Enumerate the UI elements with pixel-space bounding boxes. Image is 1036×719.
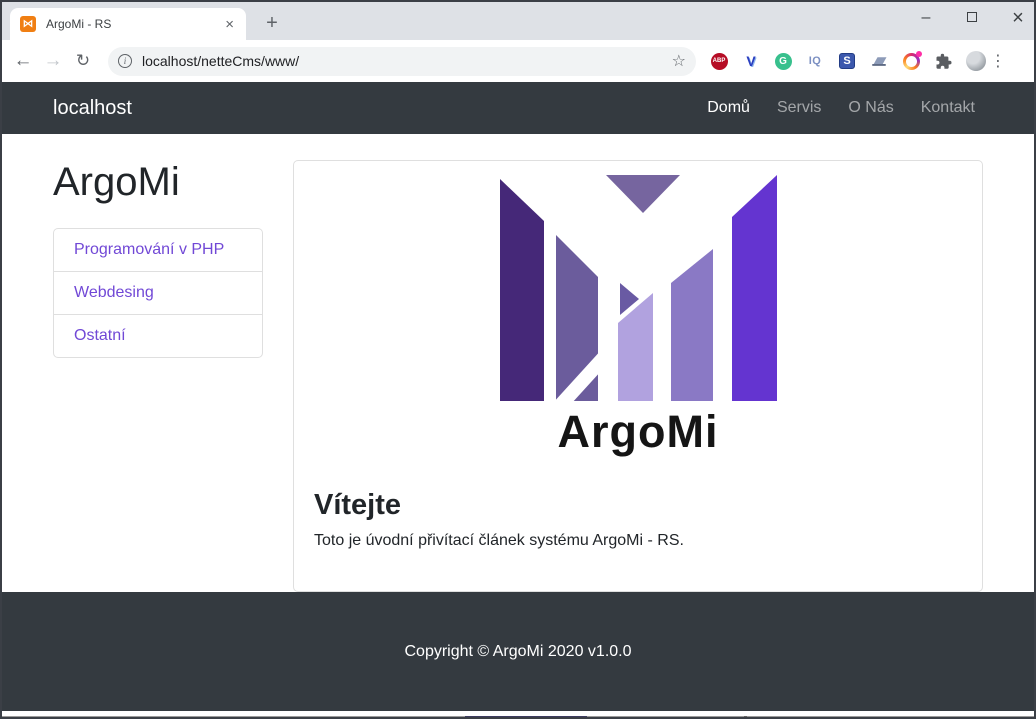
site-footer: Copyright © ArgoMi 2020 v1.0.0	[0, 592, 1036, 711]
new-tab-button[interactable]: +	[258, 10, 286, 38]
camera-ring-extension-icon[interactable]	[902, 50, 922, 70]
article-card: ArgoMi Vítejte Toto je úvodní přivítací …	[293, 160, 983, 592]
browser-tab-strip: ⋈ ArgoMi - RS × + – ×	[0, 0, 1036, 40]
laptop-icon	[872, 57, 887, 66]
iq-extension-icon[interactable]: IQ	[809, 55, 822, 67]
navbar-links: Domů Servis O Nás Kontakt	[707, 99, 975, 117]
sidebar-item-ostatni[interactable]: Ostatní	[53, 314, 263, 358]
copyright-text: Copyright © ArgoMi 2020 v1.0.0	[404, 642, 632, 660]
sidebar-item-programovani-v-php[interactable]: Programování v PHP	[53, 228, 263, 272]
navbar-brand[interactable]: localhost	[53, 97, 132, 120]
back-button[interactable]: ←	[8, 50, 38, 72]
argomi-logo: ArgoMi	[498, 171, 778, 455]
browser-toolbar: ← → ↻ i localhost/netteCms/www/ ☆ ABP V …	[0, 40, 1036, 82]
xampp-favicon-icon: ⋈	[20, 16, 36, 32]
tab-title: ArgoMi - RS	[46, 17, 112, 31]
article-heading: Vítejte	[314, 489, 402, 522]
taskbar-sliver	[0, 711, 1036, 719]
page-info-icon[interactable]: i	[118, 54, 132, 68]
profile-avatar[interactable]	[966, 51, 986, 71]
grammarly-extension-icon[interactable]: G	[774, 52, 792, 70]
url-text[interactable]: localhost/netteCms/www/	[142, 53, 672, 69]
sidebar: ArgoMi Programování v PHP Webdesing Osta…	[53, 160, 263, 592]
bookmark-star-icon[interactable]: ☆	[672, 51, 686, 71]
nav-link-kontakt[interactable]: Kontakt	[921, 99, 975, 117]
tab-close-icon[interactable]: ×	[223, 16, 236, 33]
s-extension-icon[interactable]: S	[839, 53, 855, 69]
window-maximize-button[interactable]	[964, 9, 980, 27]
window-minimize-button[interactable]: –	[918, 9, 934, 27]
window-close-button[interactable]: ×	[1010, 7, 1026, 30]
article-text: Toto je úvodní přivítací článek systému …	[314, 532, 684, 550]
argomi-logo-icon	[500, 175, 777, 415]
logo-caption: ArgoMi	[557, 406, 719, 457]
forward-button[interactable]: →	[38, 50, 68, 72]
reload-button[interactable]: ↻	[68, 51, 98, 71]
adblock-extension-icon[interactable]: ABP	[710, 52, 728, 70]
sidebar-title: ArgoMi	[53, 160, 180, 204]
nav-link-servis[interactable]: Servis	[777, 99, 821, 117]
extensions-puzzle-icon[interactable]	[934, 52, 952, 70]
site-navbar: localhost Domů Servis O Nás Kontakt	[0, 82, 1036, 134]
reader-extension-icon[interactable]	[870, 52, 888, 70]
sidebar-item-webdesing[interactable]: Webdesing	[53, 271, 263, 315]
address-bar[interactable]: i localhost/netteCms/www/ ☆	[108, 46, 696, 76]
v-extension-icon[interactable]: V	[746, 53, 755, 69]
main-content: ArgoMi Programování v PHP Webdesing Osta…	[0, 134, 1036, 592]
nav-link-o-nas[interactable]: O Nás	[848, 99, 893, 117]
browser-tab[interactable]: ⋈ ArgoMi - RS ×	[10, 8, 246, 40]
category-list: Programování v PHP Webdesing Ostatní	[53, 228, 263, 358]
puzzle-icon	[935, 53, 952, 69]
browser-menu-icon[interactable]: ⋮	[990, 51, 1006, 71]
maximize-icon	[967, 12, 977, 22]
nav-link-domu[interactable]: Domů	[707, 99, 750, 117]
